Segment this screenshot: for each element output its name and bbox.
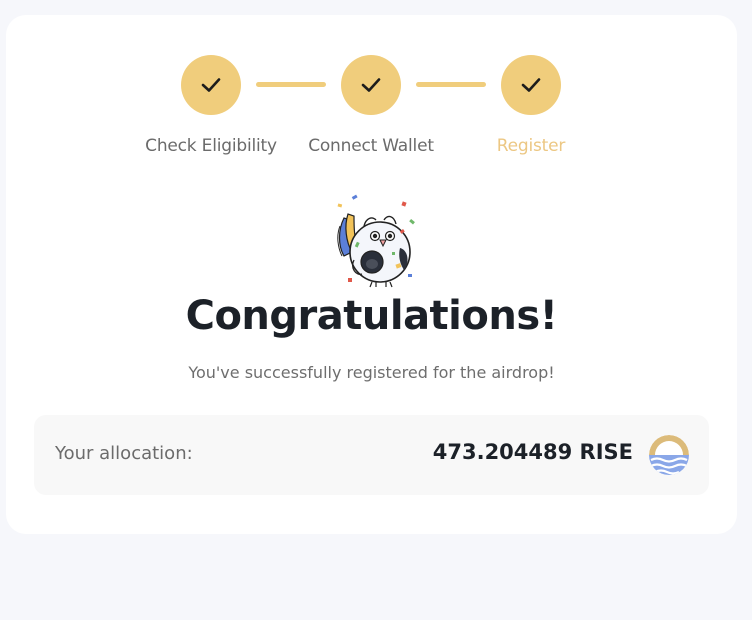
rise-token-icon — [649, 435, 689, 475]
celebrating-bird-mascot-icon — [337, 194, 415, 288]
allocation-label: Your allocation: — [55, 443, 193, 464]
registration-card: Check Eligibility Connect Wallet Registe… — [6, 15, 737, 534]
step-3-check-icon — [501, 55, 561, 115]
allocation-panel: Your allocation: 473.204489 RISE — [34, 415, 709, 495]
success-message: You've successfully registered for the a… — [188, 363, 555, 382]
step-connector-2 — [416, 82, 486, 87]
step-1-check-icon — [181, 55, 241, 115]
allocation-amount: 473.204489 RISE — [432, 440, 633, 464]
step-label-register: Register — [496, 136, 566, 156]
step-2-check-icon — [341, 55, 401, 115]
step-connector-1 — [256, 82, 326, 87]
page-title: Congratulations! — [185, 293, 558, 339]
